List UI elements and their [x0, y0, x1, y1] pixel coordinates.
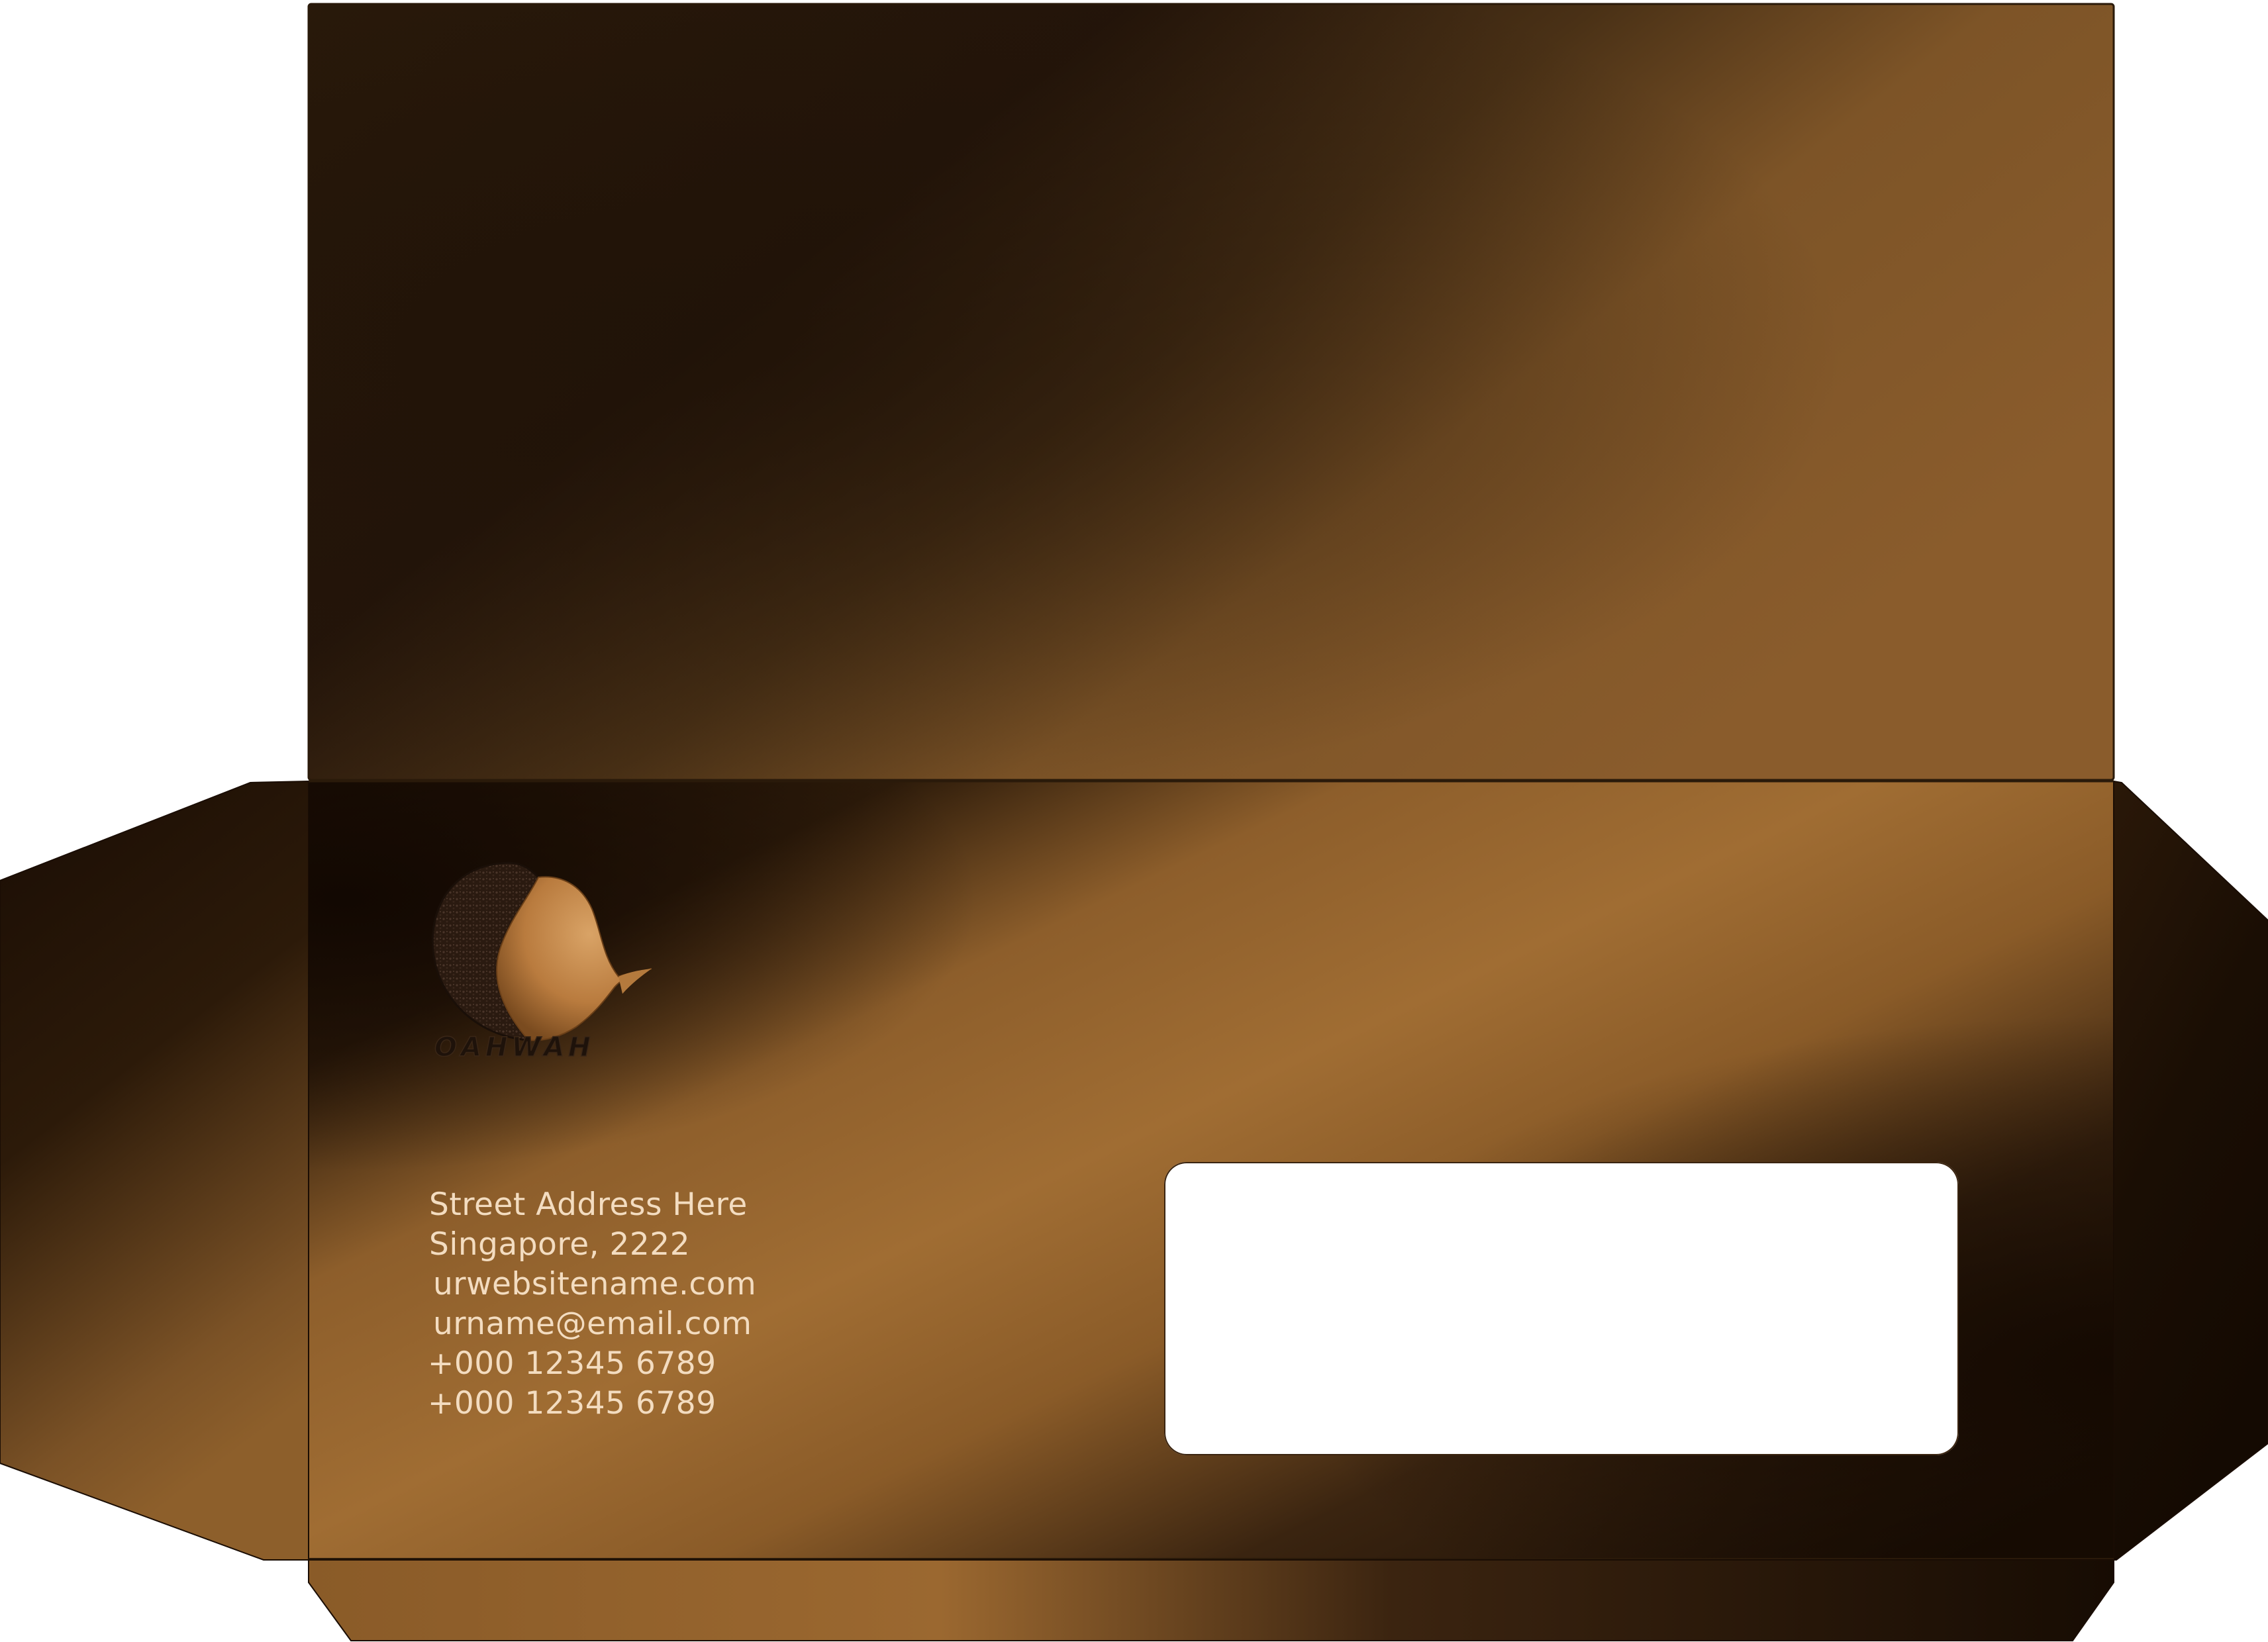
left-side-flap — [0, 780, 309, 1561]
phone-number-2: +000 12345 6789 — [428, 1385, 716, 1422]
address-window — [1164, 1162, 1959, 1455]
right-side-flap — [2113, 780, 2268, 1561]
city-postcode: Singapore, 2222 — [429, 1226, 691, 1263]
return-address-block: Street Address Here Singapore, 2222 urwe… — [428, 1185, 1025, 1424]
street-address: Street Address Here — [429, 1186, 748, 1223]
bottom-flap — [308, 1558, 2114, 1641]
website: urwebsitename.com — [433, 1266, 757, 1302]
phone-number-1: +000 12345 6789 — [428, 1345, 716, 1382]
email-address: urname@email.com — [433, 1306, 752, 1342]
logo-wordmark: OAHWAH — [434, 1032, 595, 1063]
